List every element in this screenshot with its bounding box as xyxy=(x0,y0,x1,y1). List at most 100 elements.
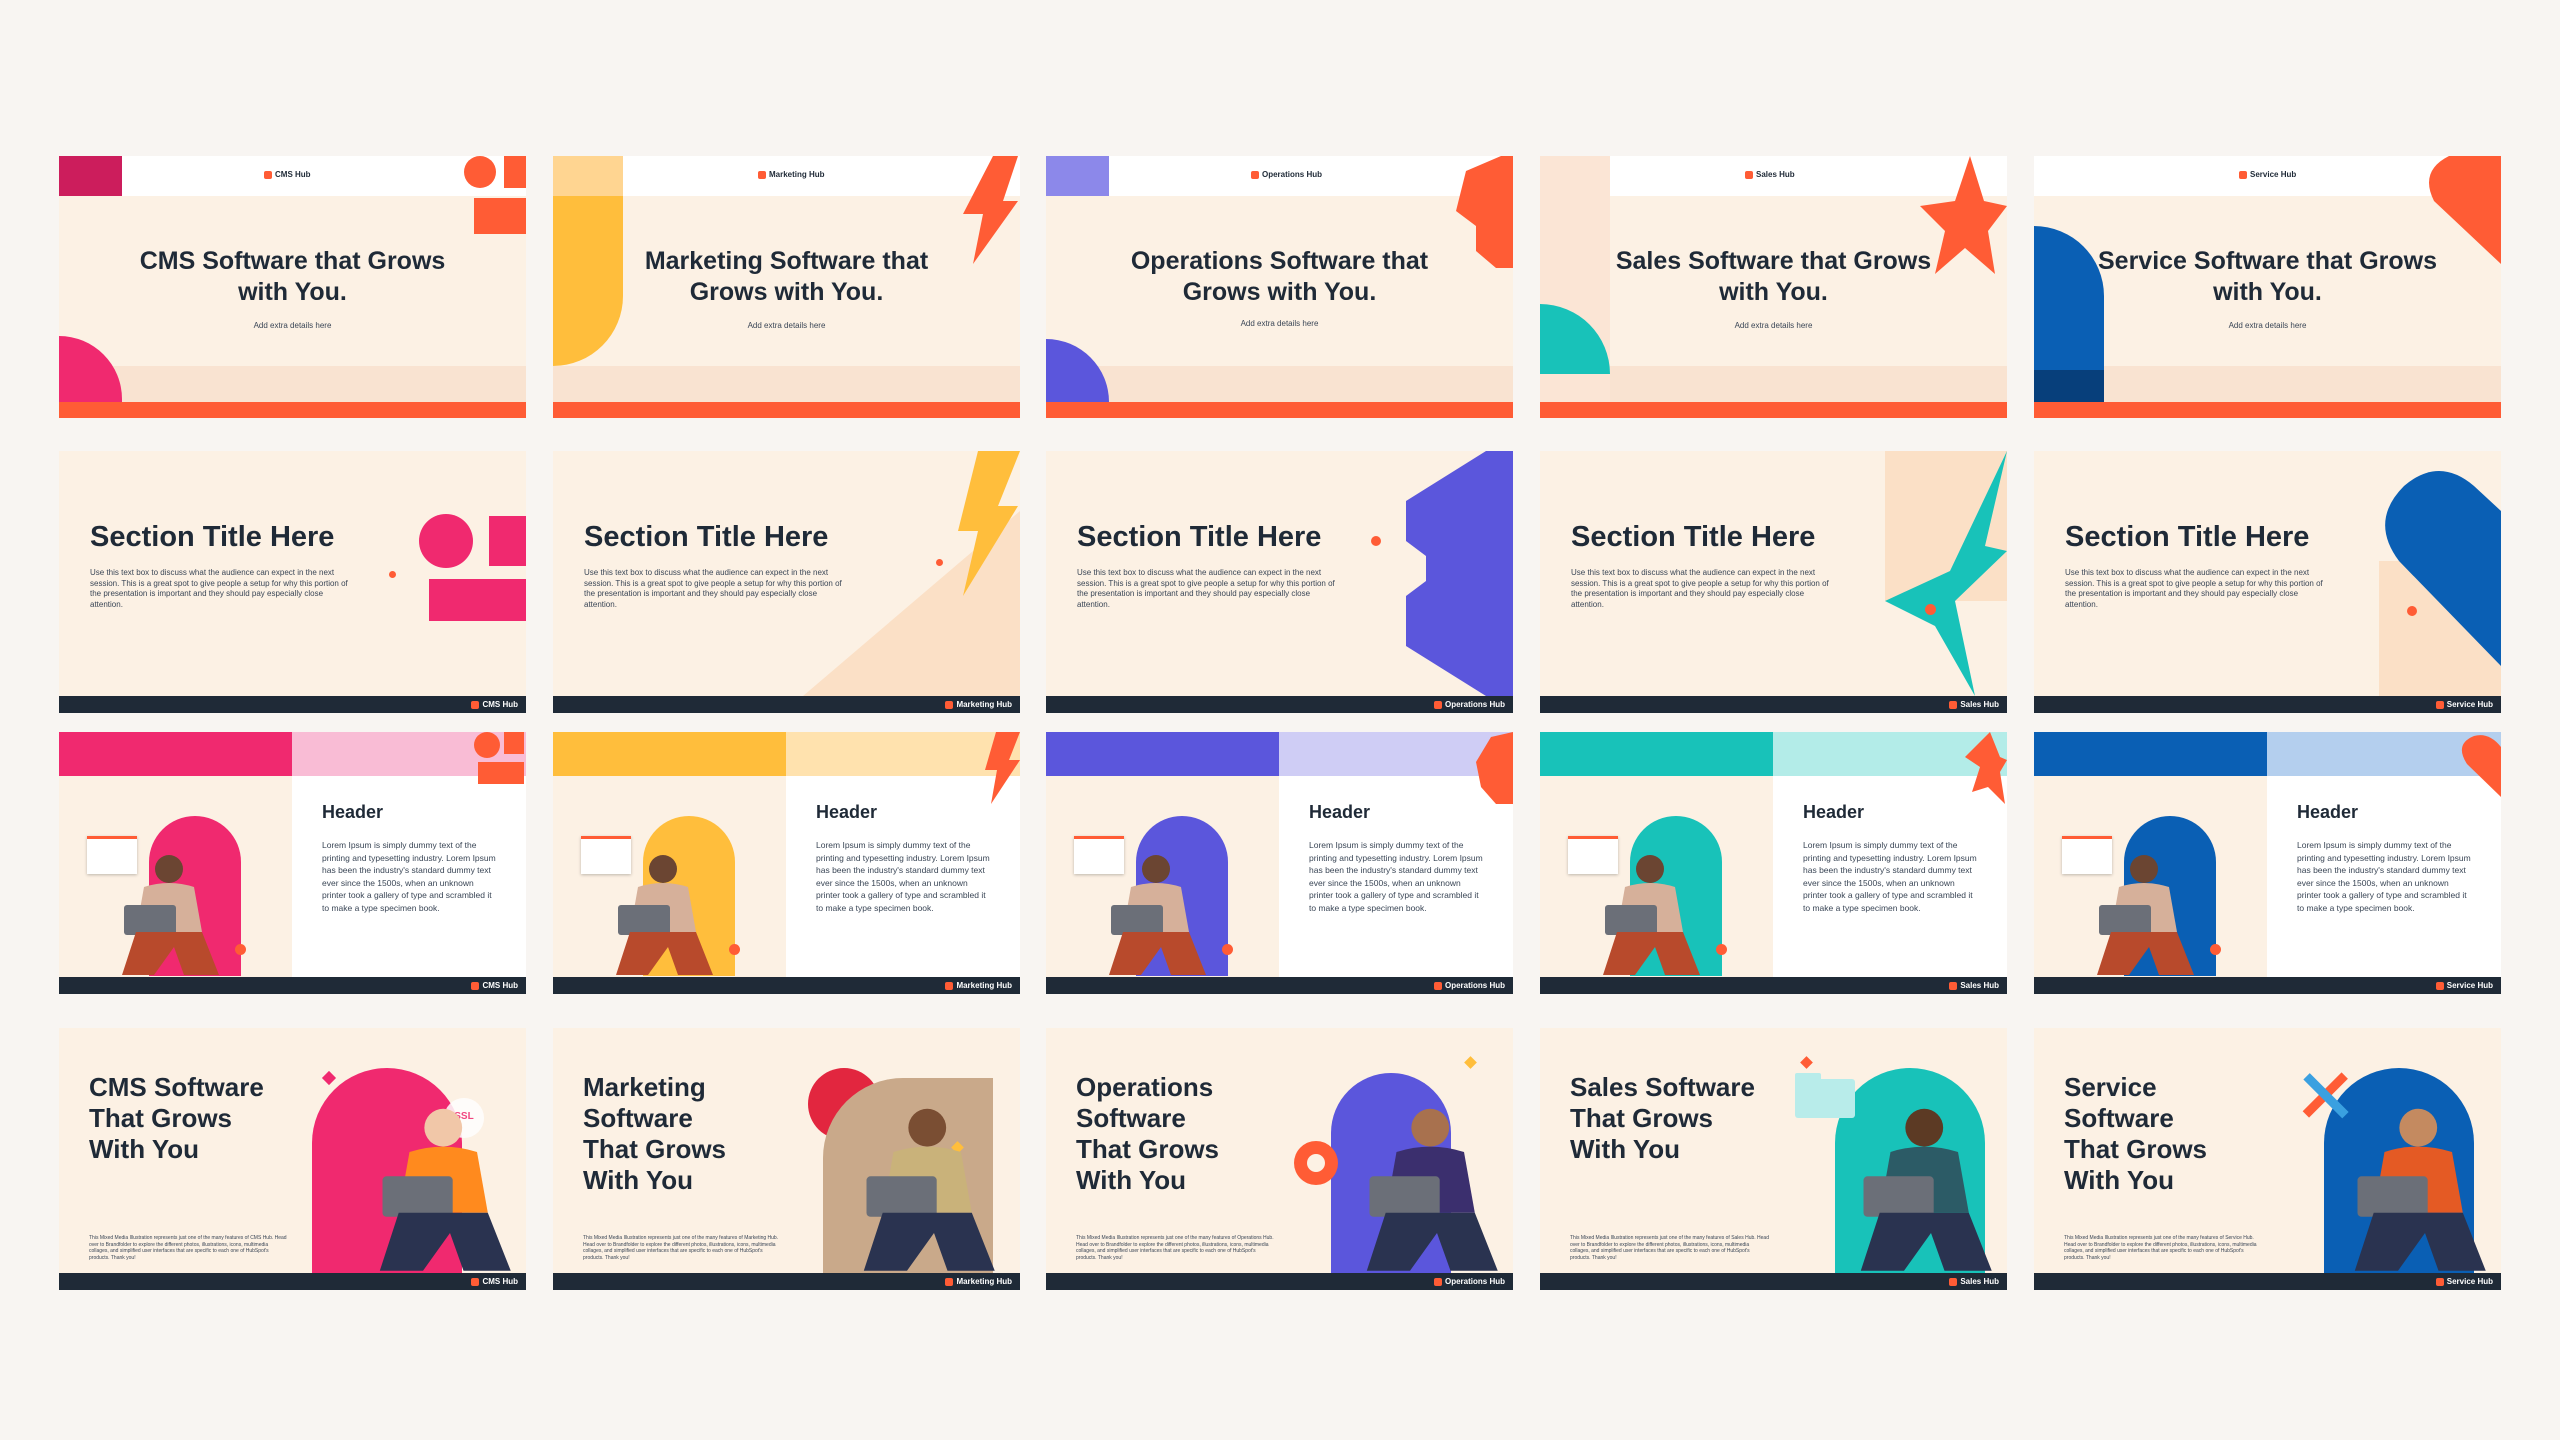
slide-footer-bar: Service Hub xyxy=(2034,696,2501,713)
person-photo xyxy=(2097,855,2194,975)
content-header: Header xyxy=(1309,802,1371,822)
star-shape xyxy=(1965,732,2007,804)
hub-logo-icon xyxy=(2239,170,2247,179)
slide-subtitle: Add extra details here xyxy=(747,321,826,330)
hub-logo-name: Sales Hub xyxy=(1756,170,1795,179)
slide-footer-bar: CMS Hub xyxy=(59,977,526,994)
slide-footer-bar: CMS Hub xyxy=(59,1273,526,1290)
hub-logo: Marketing Hub xyxy=(945,981,1012,990)
slide-footer-bar: Operations Hub xyxy=(1046,696,1513,713)
circle-square-shape xyxy=(419,514,526,621)
sparkle-icon xyxy=(1800,1056,1813,1069)
closing-caption: This Mixed Media Illustration represents… xyxy=(1076,1235,1274,1261)
hub-logo-icon xyxy=(1433,1277,1442,1286)
hub-logo-name: Marketing Hub xyxy=(956,700,1012,709)
closing-title: Marketing Software That Grows With You xyxy=(583,1072,727,1195)
closing-caption: This Mixed Media Illustration represents… xyxy=(89,1235,287,1261)
title-slide-operations: Operations Hub Operations Software that G… xyxy=(1046,156,1513,418)
lightning-bolt-shape xyxy=(985,732,1020,804)
slide-footer-bar: Sales Hub xyxy=(1540,696,2007,713)
hub-logo-icon xyxy=(2435,1277,2444,1286)
content-body-text: Lorem Ipsum is simply dummy text of the … xyxy=(322,840,496,913)
closing-caption: This Mixed Media Illustration represents… xyxy=(2064,1235,2257,1261)
content-header: Header xyxy=(322,802,384,822)
content-body-text: Lorem Ipsum is simply dummy text of the … xyxy=(816,840,990,913)
hub-logo-icon xyxy=(1949,700,1958,709)
hub-logo-icon xyxy=(1949,981,1958,990)
hub-logo-icon xyxy=(758,170,766,179)
hub-logo-name: CMS Hub xyxy=(482,981,518,990)
hub-logo: Service Hub xyxy=(2435,700,2493,709)
hub-logo-icon xyxy=(2435,981,2444,990)
closing-slide-marketing: Marketing Software That Grows With You Th… xyxy=(553,1028,1020,1290)
accent-dot xyxy=(936,559,943,566)
slide-subtitle: Add extra details here xyxy=(253,321,332,330)
slide-footer-bar: CMS Hub xyxy=(59,696,526,713)
closing-slide-cms: CMS Software That Grows With You This Mix… xyxy=(59,1028,526,1290)
gear-shape xyxy=(1456,156,1513,268)
person-photo xyxy=(122,855,219,975)
hub-logo-icon xyxy=(945,1277,954,1286)
hub-logo: Sales Hub xyxy=(1949,700,1999,709)
slide-footer-bar: Sales Hub xyxy=(1540,1273,2007,1290)
section-slide-cms: Section Title Here Use this text box to d… xyxy=(59,451,526,713)
section-title: Section Title Here xyxy=(1571,521,1816,553)
hub-logo: CMS Hub xyxy=(471,700,518,709)
bottom-light-band xyxy=(1046,366,1513,402)
section-body-text: Use this text box to discuss what the au… xyxy=(1571,568,1829,609)
hub-logo-icon xyxy=(471,1277,480,1286)
hub-logo-icon xyxy=(471,700,480,709)
hub-logo-name: Operations Hub xyxy=(1444,981,1505,990)
content-slide-cms: Header Lorem Ipsum is simply dummy text o… xyxy=(59,732,526,994)
corner-dark-square xyxy=(2034,370,2104,402)
hub-logo: Operations Hub xyxy=(1433,700,1505,709)
hub-logo-name: Sales Hub xyxy=(1960,981,1999,990)
accent-dot xyxy=(1222,944,1233,955)
top-color-bar xyxy=(1540,732,1773,776)
section-title: Section Title Here xyxy=(584,521,829,553)
bottom-light-band xyxy=(59,366,526,402)
bottom-accent-bar xyxy=(1540,402,2007,418)
corner-half-circle xyxy=(59,336,122,402)
hub-logo: Sales Hub xyxy=(1949,981,1999,990)
title-slide-sales: Sales Hub Sales Software that Grows with … xyxy=(1540,156,2007,418)
bottom-accent-bar xyxy=(1046,402,1513,418)
hub-logo-name: Service Hub xyxy=(2446,700,2493,709)
content-header: Header xyxy=(2297,802,2359,822)
hub-logo-name: Marketing Hub xyxy=(769,170,825,179)
title-slide-cms: CMS Hub CMS Software that Grows with You.… xyxy=(59,156,526,418)
hub-logo-icon xyxy=(945,700,954,709)
hub-logo: Service Hub xyxy=(2239,170,2296,179)
content-body-text: Lorem Ipsum is simply dummy text of the … xyxy=(1309,840,1483,913)
star-shape xyxy=(1885,451,2007,696)
content-header: Header xyxy=(816,802,878,822)
person-photo xyxy=(616,855,713,975)
closing-slide-sales: Sales Software That Grows With You This M… xyxy=(1540,1028,2007,1290)
section-slide-sales: Section Title Here Use this text box to d… xyxy=(1540,451,2007,713)
hub-logo-name: Service Hub xyxy=(2446,1277,2493,1286)
section-slide-marketing: Section Title Here Use this text box to d… xyxy=(553,451,1020,713)
accent-dot xyxy=(1716,944,1727,955)
hub-logo-name: Sales Hub xyxy=(1960,700,1999,709)
closing-title: Operations Software That Grows With You xyxy=(1076,1072,1220,1195)
section-slide-operations: Section Title Here Use this text box to d… xyxy=(1046,451,1513,713)
hub-logo: Marketing Hub xyxy=(945,1277,1012,1286)
closing-caption: This Mixed Media Illustration represents… xyxy=(1570,1235,1769,1261)
hub-logo: Operations Hub xyxy=(1433,1277,1505,1286)
gear-icon xyxy=(1294,1141,1338,1185)
folder-icon xyxy=(1795,1073,1855,1118)
content-header: Header xyxy=(1803,802,1865,822)
slide-subtitle: Add extra details here xyxy=(2228,321,2307,330)
slide-template-grid: CMS Hub CMS Software that Grows with You.… xyxy=(59,156,2501,1290)
slide-title: Sales Software that Grows with You. xyxy=(1615,247,1932,306)
circle-square-shape xyxy=(464,156,526,234)
section-body-text: Use this text box to discuss what the au… xyxy=(2065,568,2323,609)
hub-logo: CMS Hub xyxy=(471,981,518,990)
bottom-light-band xyxy=(553,366,1020,402)
hub-logo-icon xyxy=(1433,981,1442,990)
hub-logo-name: Sales Hub xyxy=(1960,1277,1999,1286)
circle-square-shape xyxy=(474,732,524,784)
corner-quarter-circle xyxy=(1046,339,1109,402)
slide-title: CMS Software that Grows with You. xyxy=(139,247,446,306)
hub-logo-icon xyxy=(945,981,954,990)
